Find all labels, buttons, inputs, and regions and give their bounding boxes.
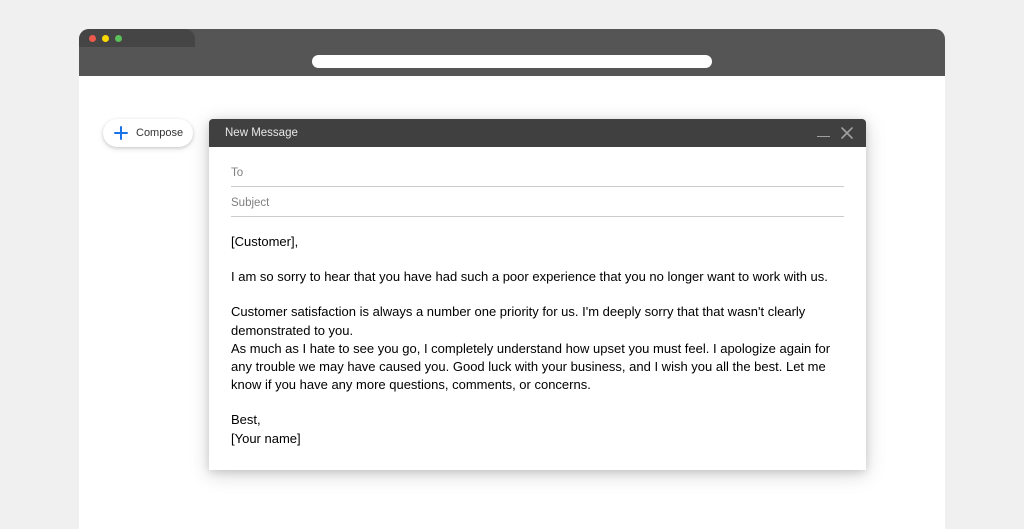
message-header[interactable]: New Message xyxy=(209,119,866,147)
address-bar xyxy=(79,47,945,76)
window-tab[interactable] xyxy=(79,29,195,47)
close-icon[interactable] xyxy=(840,126,854,140)
header-actions xyxy=(817,126,854,140)
message-body: To Subject [Customer], I am so sorry to … xyxy=(209,147,866,470)
plus-icon xyxy=(114,126,128,140)
compose-button[interactable]: Compose xyxy=(103,119,193,147)
browser-window: Compose New Message To Subject xyxy=(79,29,945,529)
message-title: New Message xyxy=(225,127,298,139)
email-body[interactable]: [Customer], I am so sorry to hear that y… xyxy=(231,217,844,448)
maximize-window-dot[interactable] xyxy=(115,35,122,42)
body-p2a: Customer satisfaction is always a number… xyxy=(231,303,844,339)
to-field[interactable]: To xyxy=(231,157,844,187)
content-area: Compose New Message To Subject xyxy=(79,76,945,529)
compose-label: Compose xyxy=(136,127,183,139)
address-input[interactable] xyxy=(312,55,712,68)
new-message-panel: New Message To Subject [Customer], I xyxy=(209,119,866,470)
minimize-window-dot[interactable] xyxy=(102,35,109,42)
close-window-dot[interactable] xyxy=(89,35,96,42)
body-signature: [Your name] xyxy=(231,430,844,448)
subject-label: Subject xyxy=(231,197,269,209)
body-p1: I am so sorry to hear that you have had … xyxy=(231,268,844,286)
minimize-icon[interactable] xyxy=(817,135,830,137)
subject-field[interactable]: Subject xyxy=(231,187,844,217)
window-tab-bar xyxy=(79,29,945,47)
body-p2b: As much as I hate to see you go, I compl… xyxy=(231,340,844,395)
body-greeting: [Customer], xyxy=(231,233,844,251)
to-label: To xyxy=(231,167,243,179)
body-closing: Best, xyxy=(231,411,844,429)
